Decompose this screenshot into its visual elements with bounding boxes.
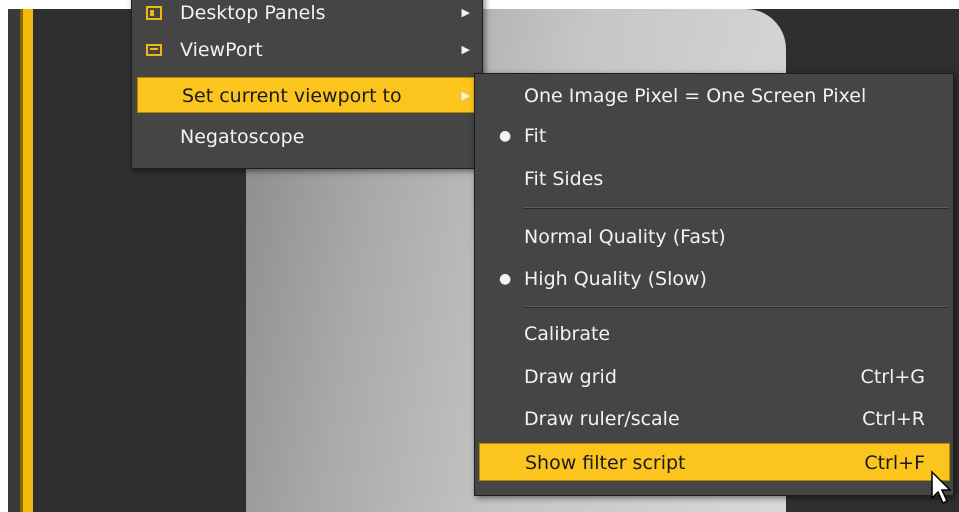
menu-item-label: Desktop Panels — [180, 2, 326, 24]
submenu-item-one-pixel[interactable]: One Image Pixel = One Screen Pixel — [475, 78, 953, 114]
menu-item-label: Negatoscope — [180, 126, 305, 148]
viewport-icon — [146, 44, 162, 56]
left-dark-column — [8, 9, 20, 512]
submenu-item-label: One Image Pixel = One Screen Pixel — [524, 85, 867, 107]
menu-separator — [523, 207, 949, 209]
submenu-arrow-icon: ▶ — [461, 6, 470, 19]
shortcut-label: Ctrl+R — [862, 408, 925, 430]
viewport-submenu: One Image Pixel = One Screen Pixel ● Fit… — [474, 73, 954, 496]
submenu-item-label: Calibrate — [524, 323, 611, 345]
menu-item-set-current-viewport[interactable]: Set current viewport to ▶ — [137, 77, 483, 113]
check-bullet-icon: ● — [499, 128, 512, 144]
submenu-item-show-filter-script[interactable]: Show filter script Ctrl+F — [479, 443, 950, 481]
submenu-item-label: Show filter script — [525, 452, 686, 474]
active-panel-bar[interactable] — [20, 9, 33, 512]
submenu-item-label: Draw ruler/scale — [524, 408, 680, 430]
submenu-item-draw-grid[interactable]: Draw grid Ctrl+G — [475, 359, 953, 395]
check-bullet-icon: ● — [499, 271, 512, 287]
left-edge — [0, 9, 8, 512]
menu-item-desktop-panels[interactable]: Desktop Panels ▶ — [132, 0, 482, 31]
submenu-item-label: Fit — [524, 125, 547, 147]
menu-separator — [523, 306, 949, 308]
submenu-item-label: Normal Quality (Fast) — [524, 226, 726, 248]
shortcut-label: Ctrl+G — [860, 366, 925, 388]
submenu-arrow-icon: ▶ — [461, 43, 470, 56]
menu-item-negatoscope[interactable]: Negatoscope — [132, 119, 482, 155]
submenu-item-high-quality[interactable]: ● High Quality (Slow) — [475, 261, 953, 297]
submenu-arrow-icon: ▶ — [461, 89, 470, 102]
context-menu: Desktop Panels ▶ ViewPort ▶ Set current … — [131, 0, 483, 169]
submenu-item-calibrate[interactable]: Calibrate — [475, 316, 953, 352]
menu-item-viewport[interactable]: ViewPort ▶ — [132, 32, 482, 68]
shortcut-label: Ctrl+F — [864, 452, 925, 474]
submenu-item-fit-sides[interactable]: Fit Sides — [475, 161, 953, 197]
submenu-item-draw-ruler[interactable]: Draw ruler/scale Ctrl+R — [475, 401, 953, 437]
submenu-item-label: Draw grid — [524, 366, 617, 388]
submenu-item-label: Fit Sides — [524, 168, 604, 190]
submenu-item-label: High Quality (Slow) — [524, 268, 707, 290]
submenu-item-fit[interactable]: ● Fit — [475, 118, 953, 154]
menu-item-label: Set current viewport to — [182, 85, 402, 107]
menu-item-label: ViewPort — [180, 39, 263, 61]
panel-icon — [146, 6, 162, 20]
submenu-item-normal-quality[interactable]: Normal Quality (Fast) — [475, 219, 953, 255]
mouse-cursor-icon — [931, 470, 952, 505]
